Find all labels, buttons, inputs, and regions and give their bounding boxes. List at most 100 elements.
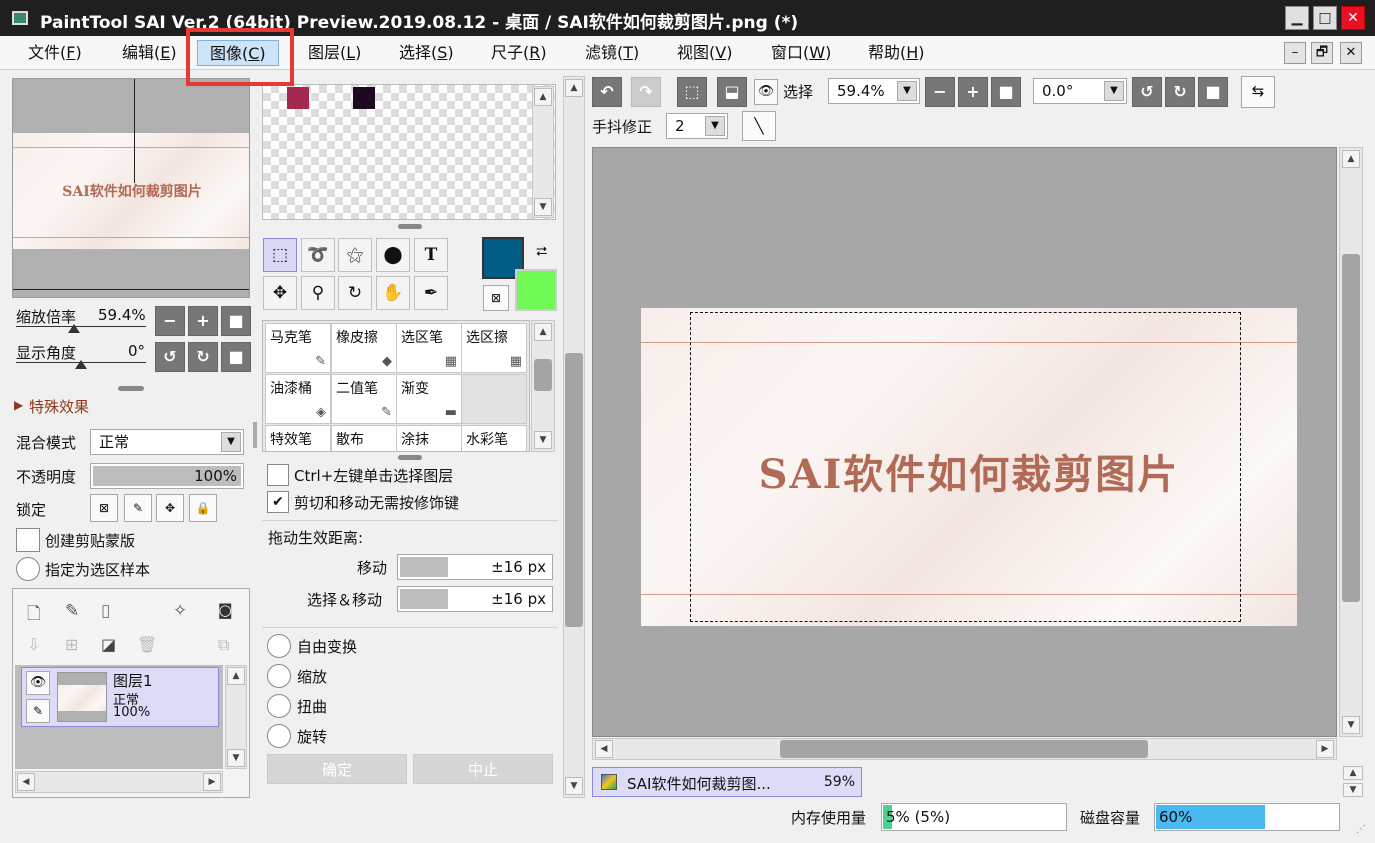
layer-row[interactable]: 👁 ✎ 图层1 正常 100%: [21, 667, 219, 727]
middle-panel-vscroll[interactable]: ▲ ▼: [563, 76, 585, 798]
scroll-up-icon[interactable]: ▲: [227, 667, 245, 685]
brush-smudge[interactable]: 涂抹: [396, 425, 462, 451]
menu-ruler[interactable]: 尺子(R): [479, 40, 559, 66]
resize-grip-icon[interactable]: ⋰: [1356, 824, 1366, 835]
ctrl-click-checkbox[interactable]: [267, 464, 289, 486]
scroll-right-icon[interactable]: ▶: [203, 773, 221, 791]
magic-wand-tool[interactable]: ⚝: [338, 238, 372, 272]
rotate-reset-button[interactable]: ■: [221, 342, 251, 372]
flip-horizontal-icon[interactable]: ⇆: [1241, 76, 1275, 108]
left-panel-scroll-grip[interactable]: [253, 422, 257, 448]
menu-select[interactable]: 选择(S): [387, 40, 466, 66]
canvas-viewport[interactable]: SAI软件如何裁剪图片: [592, 147, 1337, 737]
canvas-angle-select[interactable]: 0.0° ▼: [1033, 78, 1127, 104]
delete-layer-icon[interactable]: 🗑: [137, 635, 157, 654]
selection-marquee[interactable]: [690, 312, 1241, 622]
brush-effect-pen[interactable]: 特效笔: [265, 425, 331, 451]
brush-empty[interactable]: [461, 374, 527, 424]
lock-transparency-icon[interactable]: ⊠: [90, 494, 118, 522]
brush-gradient[interactable]: 渐变 ▬: [396, 374, 462, 424]
brush-selection-eraser[interactable]: 选区擦 ▦: [461, 323, 527, 373]
zoom-tool[interactable]: ⚲: [301, 276, 335, 310]
scroll-down-icon[interactable]: ▼: [1342, 716, 1360, 734]
free-transform-radio[interactable]: [267, 634, 291, 658]
cut-move-checkbox[interactable]: ✔: [267, 491, 289, 513]
brush-vscroll[interactable]: ▲ ▼: [531, 320, 555, 452]
invert-selection-button[interactable]: ⬓: [717, 77, 747, 107]
rotate-radio[interactable]: [267, 724, 291, 748]
eye-icon[interactable]: 👁: [754, 79, 778, 105]
move-tool[interactable]: ✥: [263, 276, 297, 310]
scroll-thumb[interactable]: [534, 359, 552, 391]
zoom-slider-thumb[interactable]: [68, 324, 80, 333]
scroll-up-icon[interactable]: ▲: [565, 79, 583, 97]
zoom-reset-button[interactable]: ■: [221, 306, 251, 336]
menu-help[interactable]: 帮助(H): [856, 40, 937, 66]
panel-splitter-grip[interactable]: [118, 386, 144, 391]
menu-edit[interactable]: 编辑(E): [110, 40, 189, 66]
undo-button[interactable]: ↶: [592, 77, 622, 107]
swatch-vscroll[interactable]: ▲ ▼: [532, 86, 554, 218]
layer-list-hscroll[interactable]: ◀ ▶: [15, 771, 223, 793]
mdi-close-button[interactable]: ✕: [1340, 42, 1362, 64]
scale-radio[interactable]: [267, 664, 291, 688]
layer-list-vscroll[interactable]: ▲ ▼: [225, 665, 247, 769]
scroll-down-icon[interactable]: ▼: [565, 777, 583, 795]
brush-bucket[interactable]: 油漆桶 ◈: [265, 374, 331, 424]
menu-window[interactable]: 窗口(W): [759, 40, 843, 66]
clear-layer-icon[interactable]: ◪: [101, 635, 116, 654]
canvas-zoom-select[interactable]: 59.4% ▼: [828, 78, 920, 104]
swatch[interactable]: [353, 87, 375, 109]
canvas-zoom-in-button[interactable]: +: [958, 77, 988, 107]
blend-mode-select[interactable]: 正常 ▼: [90, 429, 244, 455]
brush-binary-pen[interactable]: 二值笔 ✎: [331, 374, 397, 424]
lock-paint-icon[interactable]: ✎: [124, 494, 152, 522]
canvas-rotate-left-button[interactable]: ↺: [1132, 77, 1162, 107]
scroll-up-icon[interactable]: ▲: [534, 88, 552, 106]
scroll-down-icon[interactable]: ▼: [227, 749, 245, 767]
mdi-minimize-button[interactable]: –: [1284, 42, 1306, 64]
zoom-slider-track[interactable]: [16, 326, 146, 327]
zoom-out-button[interactable]: −: [155, 306, 185, 336]
text-tool[interactable]: T: [414, 238, 448, 272]
new-vector-layer-icon[interactable]: ✎: [65, 601, 79, 621]
new-layer-set-icon[interactable]: ▯: [101, 601, 110, 621]
new-layer-icon[interactable]: 🗋: [27, 601, 41, 630]
secondary-color[interactable]: [515, 269, 557, 311]
rotate-view-tool[interactable]: ↻: [338, 276, 372, 310]
scroll-down-icon[interactable]: ▼: [534, 431, 552, 449]
angle-slider-thumb[interactable]: [75, 360, 87, 369]
minimize-button[interactable]: ▁: [1285, 6, 1309, 30]
lock-all-icon[interactable]: 🔒: [189, 494, 217, 522]
canvas-zoom-reset-button[interactable]: ■: [991, 77, 1021, 107]
canvas-hscroll[interactable]: ◀ ▶: [592, 738, 1337, 760]
rect-select-tool[interactable]: ⬚: [263, 238, 297, 272]
brush-marker[interactable]: 马克笔 ✎: [265, 323, 331, 373]
scroll-thumb[interactable]: [780, 740, 1148, 758]
maximize-button[interactable]: □: [1313, 6, 1337, 30]
color-swatch-panel[interactable]: ▲ ▼: [262, 84, 556, 220]
scroll-up-icon[interactable]: ▲: [534, 323, 552, 341]
menu-filter[interactable]: 滤镜(T): [573, 40, 651, 66]
cancel-button[interactable]: 中止: [413, 754, 553, 784]
menu-file[interactable]: 文件(F): [16, 40, 94, 66]
brush-eraser[interactable]: 橡皮擦 ◆: [331, 323, 397, 373]
eyedropper-tool[interactable]: ✒: [414, 276, 448, 310]
transparent-color-icon[interactable]: ⊠: [483, 285, 509, 311]
panel-splitter-grip[interactable]: [398, 224, 422, 229]
lock-move-icon[interactable]: ✥: [156, 494, 184, 522]
stabilizer-select[interactable]: 2 ▼: [666, 113, 728, 139]
document-tab[interactable]: SAI软件如何裁剪图... 59%: [592, 767, 862, 797]
brush-scatter[interactable]: 散布: [331, 425, 397, 451]
straight-line-icon[interactable]: ╲: [742, 111, 776, 141]
select-move-slider[interactable]: ±16 px: [397, 586, 553, 612]
zoom-in-button[interactable]: +: [188, 306, 218, 336]
canvas-vscroll[interactable]: ▲ ▼: [1339, 147, 1363, 737]
scroll-left-icon[interactable]: ◀: [595, 740, 613, 758]
tab-scroll-up-icon[interactable]: ▲: [1343, 766, 1363, 780]
distort-radio[interactable]: [267, 694, 291, 718]
fx-expand-icon[interactable]: ▶: [14, 398, 23, 412]
lasso-tool[interactable]: ➰: [301, 238, 335, 272]
layer-effect-icon[interactable]: ✧: [173, 601, 187, 621]
menu-layer[interactable]: 图层(L): [296, 40, 373, 66]
